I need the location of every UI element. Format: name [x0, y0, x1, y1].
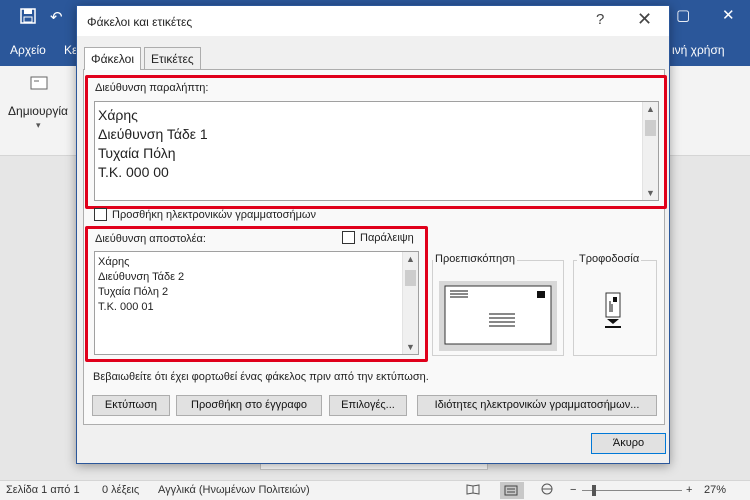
zoom-slider[interactable]: [582, 490, 682, 491]
scroll-down-icon[interactable]: ▼: [646, 188, 655, 198]
omit-label[interactable]: Παράλειψη: [360, 232, 414, 244]
envelopes-labels-dialog: Φάκελοι και ετικέτες ? ✕ Φάκελοι Ετικέτε…: [76, 5, 670, 464]
envelope-preview[interactable]: [439, 281, 557, 351]
sender-line: Τυχαία Πόλη 2: [98, 286, 169, 298]
status-language[interactable]: Αγγλικά (Ηνωμένων Πολιτειών): [158, 484, 310, 496]
preview-title: Προεπισκόπηση: [433, 253, 517, 265]
envelope-note: Βεβαιωθείτε ότι έχει φορτωθεί ένας φάκελ…: [93, 371, 429, 383]
recipient-line: Διεύθυνση Τάδε 1: [98, 126, 208, 142]
envelope-create-icon[interactable]: [30, 76, 48, 93]
recipient-line: Τ.Κ. 000 00: [98, 164, 169, 180]
read-mode-icon[interactable]: [466, 483, 480, 498]
window-close-icon[interactable]: ✕: [722, 6, 735, 24]
sender-label: Διεύθυνση αποστολέα:: [95, 233, 206, 245]
undo-icon[interactable]: ↶: [50, 8, 63, 26]
sender-line: Τ.Κ. 000 01: [98, 301, 154, 313]
zoom-out-icon[interactable]: −: [570, 484, 576, 496]
options-button[interactable]: Επιλογές...: [329, 395, 407, 416]
zoom-in-icon[interactable]: +: [686, 484, 692, 496]
dialog-titlebar: Φάκελοι και ετικέτες ? ✕: [77, 6, 669, 36]
help-button[interactable]: ?: [596, 11, 604, 28]
add-postage-label[interactable]: Προσθήκη ηλεκτρονικών γραμματοσήμων: [112, 209, 316, 221]
recipient-line: Τυχαία Πόλη: [98, 145, 176, 161]
scroll-up-icon[interactable]: ▲: [406, 254, 415, 264]
restore-icon[interactable]: ▢: [676, 6, 690, 24]
dialog-title: Φάκελοι και ετικέτες: [87, 15, 193, 29]
feed-preview[interactable]: [602, 292, 624, 333]
recipient-lines: Χάρης Διεύθυνση Τάδε 1 Τυχαία Πόλη Τ.Κ. …: [98, 106, 208, 182]
sender-scrollbar[interactable]: ▲ ▼: [402, 252, 418, 354]
chevron-down-icon[interactable]: ▾: [36, 120, 41, 131]
status-words[interactable]: 0 λέξεις: [102, 484, 139, 496]
print-button[interactable]: Εκτύπωση: [92, 395, 170, 416]
recipient-scrollbar[interactable]: ▲ ▼: [642, 102, 658, 200]
scroll-down-icon[interactable]: ▼: [406, 342, 415, 352]
tab-envelopes[interactable]: Φάκελοι: [84, 47, 142, 70]
recipient-line: Χάρης: [98, 107, 138, 123]
cancel-button[interactable]: Άκυρο: [591, 433, 666, 454]
save-icon[interactable]: [20, 8, 36, 28]
status-page[interactable]: Σελίδα 1 από 1: [6, 484, 80, 496]
dialog-close-icon[interactable]: ✕: [637, 9, 652, 30]
status-bar: Σελίδα 1 από 1 0 λέξεις Αγγλικά (Ηνωμένω…: [0, 480, 750, 500]
recipient-label: Διεύθυνση παραλήπτη:: [95, 82, 209, 94]
scroll-thumb[interactable]: [645, 120, 656, 136]
ribbon-tab-file[interactable]: Αρχείο: [10, 43, 46, 57]
sender-line: Χάρης: [98, 256, 130, 268]
feed-title: Τροφοδοσία: [577, 253, 642, 265]
print-layout-glyph-icon: [504, 485, 518, 499]
recipient-address-input[interactable]: Χάρης Διεύθυνση Τάδε 1 Τυχαία Πόλη Τ.Κ. …: [94, 101, 659, 201]
postage-properties-button[interactable]: Ιδιότητες ηλεκτρονικών γραμματοσήμων...: [417, 395, 657, 416]
tab-labels[interactable]: Ετικέτες: [144, 47, 201, 69]
status-zoom[interactable]: 27%: [704, 484, 726, 496]
omit-checkbox[interactable]: [342, 231, 355, 244]
printer-feed-icon: [605, 292, 621, 328]
scroll-up-icon[interactable]: ▲: [646, 104, 655, 114]
sender-line: Διεύθυνση Τάδε 2: [98, 271, 185, 283]
sender-address-input[interactable]: Χάρης Διεύθυνση Τάδε 2 Τυχαία Πόλη 2 Τ.Κ…: [94, 251, 419, 355]
add-postage-checkbox[interactable]: [94, 208, 107, 221]
sender-lines: Χάρης Διεύθυνση Τάδε 2 Τυχαία Πόλη 2 Τ.Κ…: [98, 255, 184, 315]
create-label[interactable]: Δημιουργία: [8, 104, 68, 118]
zoom-slider-thumb[interactable]: [592, 485, 596, 496]
web-layout-icon[interactable]: [540, 483, 554, 498]
add-to-document-button[interactable]: Προσθήκη στο έγγραφο: [176, 395, 322, 416]
scroll-thumb[interactable]: [405, 270, 416, 286]
ribbon-tab-right[interactable]: ινή χρήση: [672, 43, 725, 57]
envelope-preview-icon: [444, 285, 552, 345]
